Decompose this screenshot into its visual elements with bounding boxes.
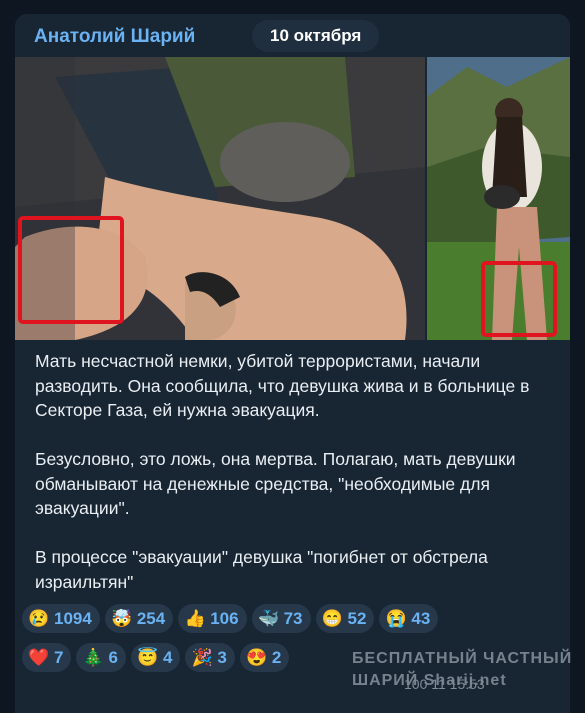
reaction-count: 73 — [283, 608, 303, 628]
reaction-count: 4 — [162, 647, 173, 667]
reactions-row-1: 😢 1094 🤯 254 👍 106 🐳 73 😁 52 😭 43 — [22, 604, 542, 633]
reaction-count: 2 — [271, 647, 282, 667]
party-popper-icon: 🎉 — [191, 647, 213, 667]
reaction-tree[interactable]: 🎄 6 — [76, 643, 126, 672]
reaction-angel[interactable]: 😇 4 — [130, 643, 181, 672]
reaction-count: 106 — [210, 608, 239, 628]
reaction-party[interactable]: 🎉 3 — [185, 643, 235, 672]
paragraph-1: Мать несчастной немки, убитой террориста… — [35, 351, 530, 420]
reaction-count: 254 — [136, 608, 166, 628]
christmas-tree-icon: 🎄 — [82, 647, 105, 667]
reaction-count: 6 — [108, 647, 118, 667]
reaction-count: 1094 — [54, 608, 92, 628]
reaction-thumbs-up[interactable]: 👍 106 — [178, 604, 247, 633]
grinning-face-icon: 😁 — [321, 608, 344, 628]
photo-right[interactable] — [427, 57, 570, 340]
reaction-count: 3 — [217, 647, 227, 667]
reaction-cry[interactable]: 😢 1094 — [22, 604, 100, 633]
loudly-crying-face-icon: 😭 — [385, 608, 407, 628]
reaction-count: 43 — [411, 608, 431, 628]
angel-face-icon: 😇 — [137, 647, 159, 667]
paragraph-2: Безусловно, это ложь, она мертва. Полага… — [35, 449, 516, 518]
paragraph-3: В процессе "эвакуации" девушка "погибнет… — [35, 547, 488, 592]
channel-author[interactable]: Анатолий Шарий — [34, 26, 195, 48]
reaction-grin[interactable]: 😁 52 — [315, 604, 375, 633]
reaction-whale[interactable]: 🐳 73 — [251, 604, 311, 633]
message-views-time: 100 11 15:53 — [404, 676, 485, 692]
heart-icon: ❤️ — [28, 647, 50, 667]
date-badge: 10 октября — [252, 20, 380, 52]
reaction-heart[interactable]: ❤️ 7 — [22, 643, 72, 672]
reaction-count: 7 — [54, 647, 64, 667]
heart-eyes-icon: 😍 — [246, 647, 268, 667]
reaction-count: 52 — [347, 608, 367, 628]
photo-left[interactable] — [15, 57, 425, 340]
photo-album[interactable] — [15, 57, 570, 340]
watermark-line-1: БЕСПЛАТНЫЙ ЧАСТНЫЙ — [352, 650, 573, 667]
reaction-mind-blown[interactable]: 🤯 254 — [104, 604, 174, 633]
whale-icon: 🐳 — [257, 608, 280, 628]
reaction-heart-eyes[interactable]: 😍 2 — [239, 643, 290, 672]
thumbs-up-icon: 👍 — [184, 608, 206, 628]
exploding-head-icon: 🤯 — [111, 608, 133, 628]
reaction-sob[interactable]: 😭 43 — [379, 604, 439, 633]
crying-face-icon: 😢 — [28, 608, 50, 628]
post-text: Мать несчастной немки, убитой террориста… — [35, 349, 555, 594]
